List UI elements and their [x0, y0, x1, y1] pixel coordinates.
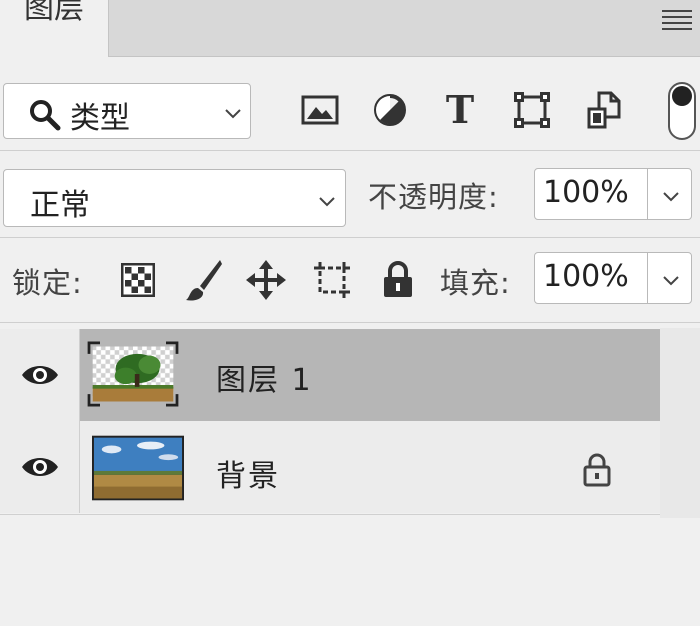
fill-value: 100% — [543, 259, 629, 294]
lock-label: 锁定: — [12, 266, 83, 300]
layers-panel: 图层 类型 T 正常 不透明度: 100% 锁定: 填充: 100% 图层 1 … — [0, 0, 700, 626]
tab-layers-label: 图层 — [24, 0, 84, 26]
lock-icon[interactable] — [582, 453, 612, 487]
layer-name[interactable]: 图层 1 — [216, 355, 313, 399]
blend-mode-select[interactable]: 正常 — [3, 169, 346, 227]
chevron-down-icon — [225, 109, 241, 119]
layer-visibility-toggle[interactable] — [0, 329, 80, 421]
opacity-input[interactable]: 100% — [534, 168, 692, 220]
opacity-label: 不透明度: — [368, 180, 499, 214]
layer-name[interactable]: 背景 — [216, 451, 280, 495]
layer-thumbnail — [92, 435, 184, 501]
fill-label: 填充: — [440, 266, 511, 300]
blend-mode-label: 正常 — [30, 188, 90, 223]
chevron-down-icon — [319, 197, 335, 207]
opacity-value: 100% — [543, 175, 629, 210]
eye-icon — [21, 458, 58, 476]
filter-kind-select[interactable]: 类型 — [3, 83, 251, 139]
smart-object-filter-icon[interactable] — [584, 90, 624, 130]
layer-row-background[interactable]: 背景 — [0, 421, 660, 513]
lock-image-brush-icon[interactable] — [184, 258, 224, 302]
layer-thumbnail — [87, 341, 179, 407]
chevron-down-icon[interactable] — [662, 275, 680, 287]
eye-icon — [21, 366, 58, 384]
panel-menu-icon[interactable] — [662, 8, 692, 32]
layers-scroll-gutter — [660, 328, 700, 518]
divider — [0, 322, 700, 323]
type-filter-icon[interactable]: T — [440, 90, 480, 130]
lock-position-move-icon[interactable] — [246, 258, 286, 302]
lock-artboard-icon[interactable] — [312, 258, 352, 302]
divider — [0, 237, 700, 238]
shape-filter-icon[interactable] — [512, 90, 552, 130]
fill-input[interactable]: 100% — [534, 252, 692, 304]
divider — [0, 514, 660, 515]
adjustment-filter-icon[interactable] — [370, 90, 410, 130]
chevron-down-icon[interactable] — [662, 191, 680, 203]
filter-kind-label: 类型 — [70, 101, 130, 136]
filter-toggle-switch[interactable] — [668, 82, 696, 140]
layer-row-layer1[interactable]: 图层 1 — [0, 329, 660, 421]
layer-visibility-toggle[interactable] — [0, 421, 80, 513]
type-filter-glyph: T — [445, 87, 475, 132]
divider — [0, 150, 700, 151]
image-filter-icon[interactable] — [300, 90, 340, 130]
lock-transparent-icon[interactable] — [118, 258, 158, 302]
panel-tab-bar: 图层 — [0, 0, 700, 57]
search-icon — [30, 100, 61, 131]
tab-layers[interactable]: 图层 — [0, 0, 109, 57]
lock-all-icon[interactable] — [378, 258, 418, 302]
